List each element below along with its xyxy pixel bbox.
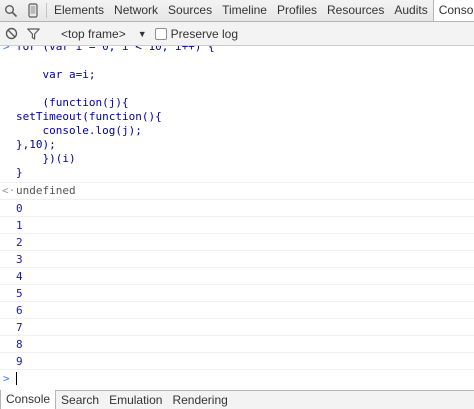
console-command-entry: > for (var i = 0; i < 10; i++) { var a=i;… [0,46,474,183]
return-value: undefined [16,184,76,197]
return-arrow-icon: <· [2,184,16,197]
tab-audits[interactable]: Audits [389,0,432,21]
log-line: 4 [0,268,474,285]
magnifier-icon[interactable] [0,0,22,21]
prompt-chevron-icon: > [3,46,10,53]
checkbox-box[interactable] [154,27,167,40]
dropdown-arrow-icon: ▼ [137,28,147,39]
drawer-tab-console[interactable]: Console [0,390,57,409]
log-line: 6 [0,302,474,319]
devtools-toolbar: Elements Network Sources Timeline Profil… [0,0,474,22]
log-line: 8 [0,336,474,353]
tab-resources[interactable]: Resources [322,0,389,21]
drawer-tab-search[interactable]: Search [56,391,104,409]
tab-profiles[interactable]: Profiles [272,0,322,21]
frame-selector-label: <top frame> [61,26,126,41]
log-line: 3 [0,251,474,268]
drawer-tab-emulation[interactable]: Emulation [104,391,167,409]
console-prompt-input[interactable]: > [0,370,474,387]
frame-selector[interactable]: <top frame> ▼ [61,27,155,41]
drawer-tabbar: Console Search Emulation Rendering [0,390,474,409]
toolbar-divider [46,3,47,18]
filter-icon[interactable] [22,23,44,45]
clear-console-icon[interactable] [0,23,22,45]
command-text: for (var i = 0; i < 10; i++) { var a=i; … [16,46,215,179]
log-line: 5 [0,285,474,302]
drawer-tab-rendering[interactable]: Rendering [167,391,232,409]
tab-timeline[interactable]: Timeline [217,0,272,21]
log-line: 0 [0,200,474,217]
console-output[interactable]: > for (var i = 0; i < 10; i++) { var a=i;… [0,46,474,390]
console-filter-bar: <top frame> ▼ Preserve log [0,22,474,46]
preserve-log-label: Preserve log [170,26,239,41]
preserve-log-checkbox[interactable]: Preserve log [154,26,239,41]
tab-sources[interactable]: Sources [163,0,217,21]
text-caret [16,371,17,385]
tab-console[interactable]: Console [432,0,474,21]
console-result-entry: <· undefined [0,183,474,200]
log-line: 9 [0,353,474,370]
tab-elements[interactable]: Elements [49,0,109,21]
tab-network[interactable]: Network [109,0,163,21]
log-line: 1 [0,217,474,234]
log-line: 2 [0,234,474,251]
prompt-chevron-icon: > [3,372,10,385]
device-mode-icon[interactable] [22,0,44,21]
log-line: 7 [0,319,474,336]
